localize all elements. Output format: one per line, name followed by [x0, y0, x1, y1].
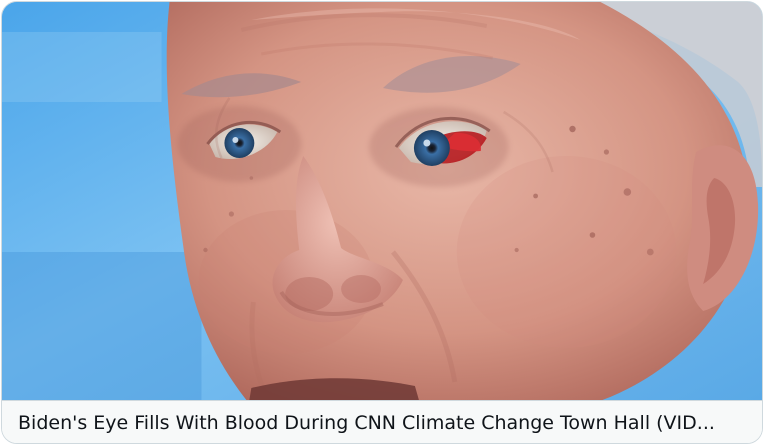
preview-image[interactable]: [2, 2, 762, 400]
caption-bar[interactable]: Biden's Eye Fills With Blood During CNN …: [2, 401, 762, 443]
link-preview-card[interactable]: Biden's Eye Fills With Blood During CNN …: [1, 1, 763, 444]
link-title[interactable]: Biden's Eye Fills With Blood During CNN …: [18, 411, 746, 435]
face-photo: [2, 2, 762, 400]
